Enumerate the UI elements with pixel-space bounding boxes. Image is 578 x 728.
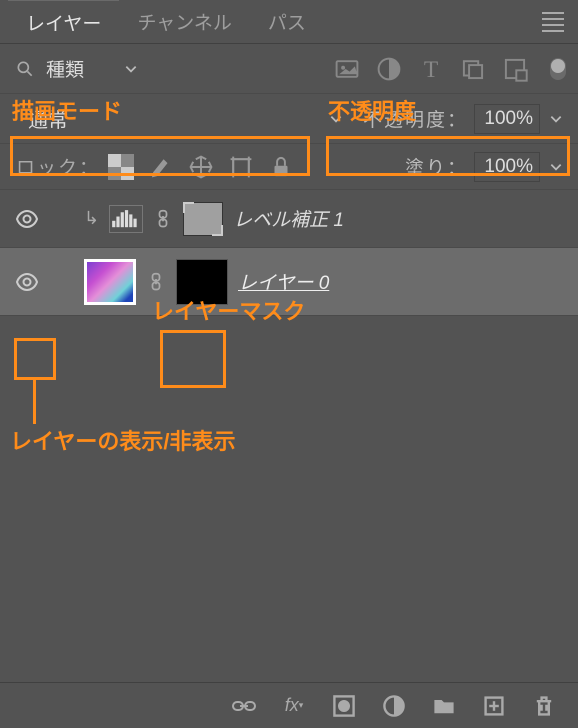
new-layer-icon[interactable] <box>482 694 506 718</box>
filter-toggle[interactable] <box>550 58 566 80</box>
levels-icon <box>109 205 143 233</box>
lock-position-icon[interactable] <box>188 154 214 180</box>
blend-opacity-row: 通常 不透明度： 100% <box>0 94 578 144</box>
lock-artboard-icon[interactable] <box>228 154 254 180</box>
search-icon[interactable] <box>14 58 36 80</box>
fill-group: 塗り： 100% <box>405 152 566 182</box>
layer-thumb[interactable] <box>84 259 136 305</box>
filter-smartobj-icon[interactable] <box>502 56 528 82</box>
tab-layers[interactable]: レイヤー <box>8 0 119 43</box>
link-layers-icon[interactable] <box>232 694 256 718</box>
tab-paths[interactable]: パス <box>250 0 324 43</box>
link-icon[interactable] <box>153 209 173 228</box>
lock-label: ロック： <box>16 153 100 180</box>
filter-adjustment-icon[interactable] <box>376 56 402 82</box>
adjustment-layer-icon[interactable] <box>382 694 406 718</box>
visibility-toggle[interactable] <box>12 204 42 234</box>
lock-row: ロック： 塗り： 100% <box>0 144 578 190</box>
trash-icon[interactable] <box>532 694 556 718</box>
layer-filter-row: 種類 T <box>0 44 578 94</box>
layer-mask-thumb[interactable] <box>183 202 223 236</box>
fx-icon[interactable]: fx▾ <box>282 694 306 718</box>
opacity-dropdown-icon[interactable] <box>546 104 566 134</box>
clip-arrow-icon: ↳ <box>84 208 99 229</box>
lock-pixels-icon[interactable] <box>148 154 174 180</box>
layers-panel: レイヤー チャンネル パス 種類 T 通常 不透明度： <box>0 0 578 728</box>
add-mask-icon[interactable] <box>332 694 356 718</box>
fill-value[interactable]: 100% <box>474 152 540 182</box>
link-icon[interactable] <box>146 272 166 291</box>
lock-all-icon[interactable] <box>268 154 294 180</box>
filter-type-icons: T <box>334 56 566 82</box>
filter-kind-label: 種類 <box>46 55 84 82</box>
visibility-toggle[interactable] <box>12 267 42 297</box>
tab-channels[interactable]: チャンネル <box>119 0 249 43</box>
filter-pixel-icon[interactable] <box>334 56 360 82</box>
opacity-label: 不透明度： <box>363 105 468 132</box>
layer-row-adjustment[interactable]: ↳ レベル補正 1 <box>0 190 578 248</box>
layer-name[interactable]: レイヤー 0 <box>238 268 329 295</box>
svg-text:T: T <box>424 56 438 81</box>
layers-list: ↳ レベル補正 1 レイヤー 0 <box>0 190 578 682</box>
lock-icons <box>108 154 294 180</box>
layers-bottom-bar: fx▾ <box>0 682 578 728</box>
opacity-group: 不透明度： 100% <box>363 104 566 134</box>
group-icon[interactable] <box>432 694 456 718</box>
panel-menu-icon[interactable] <box>540 6 566 38</box>
filter-type-text-icon[interactable]: T <box>418 56 444 82</box>
opacity-value[interactable]: 100% <box>474 104 540 134</box>
filter-shape-icon[interactable] <box>460 56 486 82</box>
panel-tabs: レイヤー チャンネル パス <box>0 0 578 44</box>
layer-mask-thumb[interactable] <box>176 259 228 305</box>
filter-kind-dropdown[interactable]: 種類 <box>46 55 138 82</box>
fill-label: 塗り： <box>405 153 468 180</box>
lock-transparency-icon[interactable] <box>108 154 134 180</box>
fill-dropdown-icon[interactable] <box>546 152 566 182</box>
blend-mode-value: 通常 <box>28 104 68 133</box>
layer-row-layer0[interactable]: レイヤー 0 <box>0 248 578 316</box>
layer-name[interactable]: レベル補正 1 <box>233 205 344 232</box>
blend-mode-dropdown[interactable]: 通常 <box>16 102 355 136</box>
